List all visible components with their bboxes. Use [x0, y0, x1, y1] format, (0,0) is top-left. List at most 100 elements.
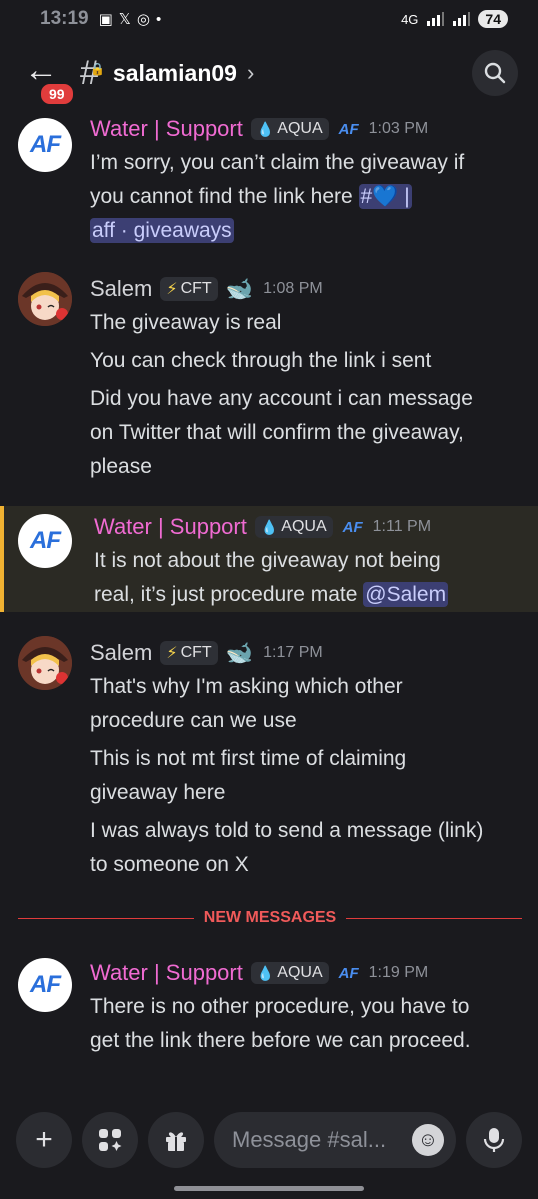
divider-rule [346, 917, 522, 919]
anime-avatar-image [18, 636, 72, 690]
apps-icon [99, 1129, 122, 1151]
role-tag: ⚡ CFT [160, 641, 218, 665]
droplet-icon: 💧 [256, 120, 275, 137]
voice-button[interactable] [466, 1112, 522, 1168]
home-indicator[interactable] [174, 1186, 364, 1191]
message-line: There is no other procedure, you have to [90, 995, 470, 1018]
message-item[interactable]: AF Water | Support 💧 AQUA AF 1:19 PM Ther… [0, 956, 538, 1058]
message-line: get the link there before we can proceed… [90, 1029, 471, 1052]
channel-title[interactable]: salamian09 [113, 60, 237, 87]
message-item[interactable]: Salem ⚡ CFT 🐋 1:17 PM That's why I'm aski… [0, 636, 538, 882]
unread-badge: 99 [38, 81, 76, 107]
new-messages-label: NEW MESSAGES [203, 909, 337, 926]
microphone-icon [483, 1128, 505, 1152]
message-time: 1:11 PM [372, 518, 432, 535]
plus-icon: + [35, 1123, 53, 1156]
channel-hash-icon: # 🔒 [80, 54, 105, 92]
anime-avatar-image [18, 272, 72, 326]
message-meta: Water | Support 💧 AQUA AF 1:11 PM [94, 510, 518, 544]
server-badge: AF [338, 964, 359, 982]
message-line: That's why I'm asking which other [90, 675, 403, 698]
chevron-right-icon[interactable]: › [247, 60, 254, 86]
message-meta: Salem ⚡ CFT 🐋 1:08 PM [90, 272, 518, 306]
droplet-icon: 💧 [256, 964, 275, 981]
battery-badge: 74 [478, 10, 508, 28]
avatar[interactable]: AF [18, 514, 72, 568]
emoji-icon[interactable]: ☺ [412, 1124, 444, 1156]
gift-icon [166, 1132, 186, 1151]
message-line: on Twitter that will confirm the giveawa… [90, 421, 464, 444]
server-badge: AF [338, 120, 359, 138]
add-attachment-button[interactable]: + [16, 1112, 72, 1168]
screenshot-icon: ▣ [98, 11, 113, 28]
whale-icon: 🐋 [225, 276, 254, 301]
lightning-icon: ⚡ [166, 645, 178, 662]
message-item[interactable]: AF Water | Support 💧 AQUA AF 1:03 PM I’m … [0, 112, 538, 248]
x-app-icon: 𝕏 [118, 11, 131, 28]
back-button[interactable]: ← 99 [20, 51, 76, 107]
whale-icon: 🐋 [225, 640, 254, 665]
author-name[interactable]: Salem [90, 640, 152, 666]
droplet-icon: 💧 [260, 518, 279, 535]
dot-icon: • [155, 10, 162, 28]
avatar[interactable]: AF [18, 958, 72, 1012]
message-time: 1:03 PM [368, 120, 429, 137]
message-line: giveaway here [90, 781, 226, 804]
avatar[interactable] [18, 272, 72, 326]
role-tag: 💧 AQUA [254, 516, 333, 538]
message-line: you cannot find the link here #💙 | [90, 184, 412, 209]
message-meta: Water | Support 💧 AQUA AF 1:03 PM [90, 112, 518, 146]
message-line: Did you have any account i can message [90, 387, 473, 410]
message-time: 1:08 PM [263, 280, 323, 297]
author-name[interactable]: Water | Support [94, 514, 247, 540]
role-tag: 💧 AQUA [250, 118, 329, 140]
new-messages-divider: NEW MESSAGES [18, 908, 522, 928]
message-time: 1:17 PM [263, 644, 323, 661]
status-time: 13:19 [40, 8, 89, 29]
message-line: real, it’s just procedure mate @Salem [94, 582, 449, 607]
message-meta: Salem ⚡ CFT 🐋 1:17 PM [90, 636, 518, 670]
message-time: 1:19 PM [368, 964, 429, 981]
message-item[interactable]: Salem ⚡ CFT 🐋 1:08 PM The giveaway is rea… [0, 272, 538, 484]
message-line: It is not about the giveaway not being [94, 549, 441, 572]
user-mention[interactable]: @Salem [363, 582, 449, 607]
message-input[interactable]: Message #sal... ☺ [214, 1112, 456, 1168]
avatar[interactable] [18, 636, 72, 690]
message-input-placeholder: Message #sal... [232, 1127, 387, 1152]
author-name[interactable]: Water | Support [90, 116, 243, 142]
status-right: 4G 74 [401, 10, 508, 28]
author-name[interactable]: Water | Support [90, 960, 243, 986]
role-tag: 💧 AQUA [250, 962, 329, 984]
message-line: This is not mt first time of claiming [90, 747, 407, 770]
message-line: You can check through the link i sent [90, 349, 432, 372]
message-line: to someone on X [90, 853, 249, 876]
search-icon [484, 62, 506, 84]
message-line: please [90, 455, 152, 478]
message-line: I was always told to send a message (lin… [90, 819, 484, 842]
network-label: 4G [401, 11, 419, 27]
channel-header: ← 99 # 🔒 salamian09 › [0, 38, 538, 108]
channel-mention[interactable]: #💙 | [358, 184, 412, 209]
status-bar: 13:19 ▣ 𝕏 ◎ • 4G 74 [0, 0, 538, 38]
message-list[interactable]: AF Water | Support 💧 AQUA AF 1:03 PM I’m … [0, 108, 538, 1098]
signal-icon [427, 12, 445, 26]
avatar[interactable]: AF [18, 118, 72, 172]
composer-bar: + Message #sal... ☺ [0, 1100, 538, 1180]
lightning-icon: ⚡ [166, 281, 178, 298]
message-line: I’m sorry, you can’t claim the giveaway … [90, 151, 465, 174]
message-line: procedure can we use [90, 709, 297, 732]
channel-mention[interactable]: aff · giveaways [90, 218, 234, 243]
role-tag: ⚡ CFT [160, 277, 218, 301]
message-meta: Water | Support 💧 AQUA AF 1:19 PM [90, 956, 518, 990]
lock-icon: 🔒 [89, 62, 105, 76]
signal-icon-2 [453, 12, 471, 26]
search-button[interactable] [472, 50, 518, 96]
message-line: aff · giveaways [90, 214, 518, 248]
apps-button[interactable] [82, 1112, 138, 1168]
gift-button[interactable] [148, 1112, 204, 1168]
whatsapp-icon: ◎ [136, 11, 150, 28]
message-item-highlighted[interactable]: AF Water | Support 💧 AQUA AF 1:11 PM It i… [0, 506, 538, 612]
author-name[interactable]: Salem [90, 276, 152, 302]
server-badge: AF [342, 518, 363, 536]
message-line: The giveaway is real [90, 311, 282, 334]
